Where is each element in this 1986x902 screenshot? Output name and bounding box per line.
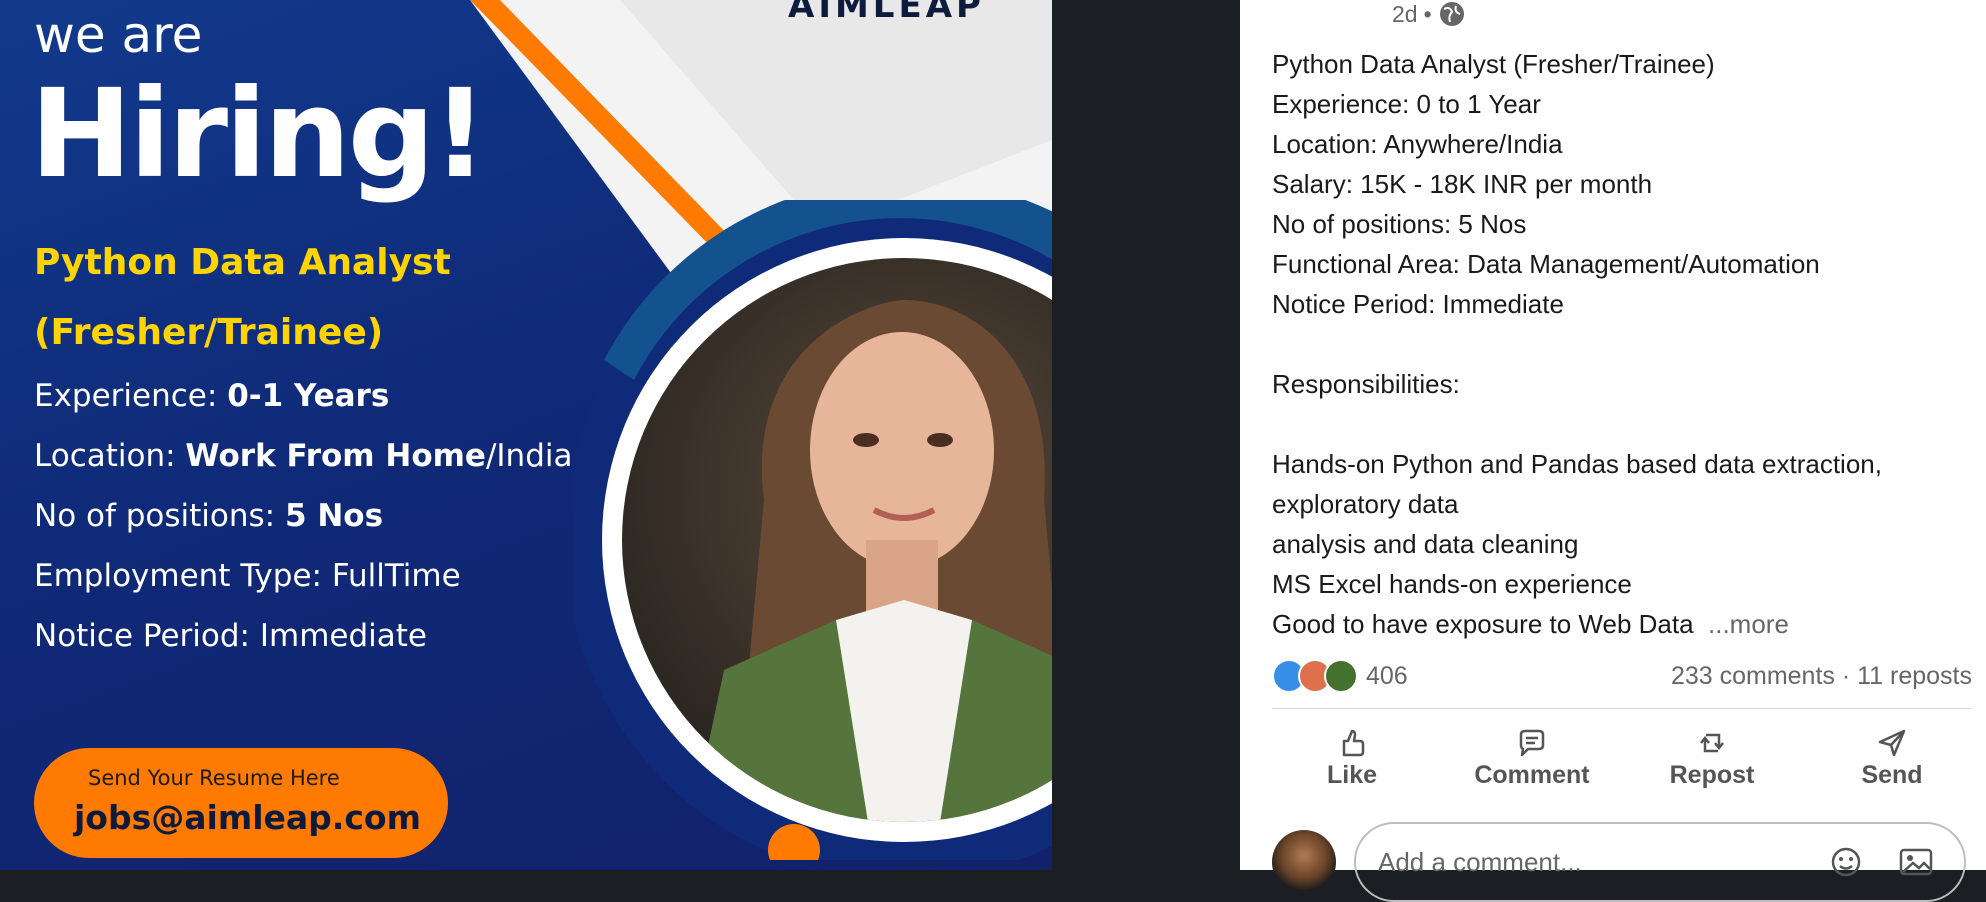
poster-detail-employment-type: Employment Type: FullTime	[34, 558, 461, 594]
comment-box[interactable]	[1354, 822, 1966, 902]
insightful-reaction-icon	[1324, 659, 1358, 693]
post-line: Python Data Analyst (Fresher/Trainee)	[1272, 49, 1715, 79]
post-body: Python Data Analyst (Fresher/Trainee) Ex…	[1272, 44, 1972, 644]
poster-cta-email: jobs@aimleap.com	[74, 798, 421, 837]
see-more-link[interactable]: ...more	[1708, 609, 1789, 639]
poster-details: Experience: 0-1 Years Location: Work Fro…	[34, 366, 572, 666]
globe-icon	[1439, 2, 1464, 26]
post-panel: 2d • Python Data Analyst (Fresher/Traine…	[1240, 0, 1986, 902]
comment-button[interactable]: Comment	[1452, 718, 1612, 798]
poster-detail-positions: No of positions: 5 Nos	[34, 498, 384, 534]
poster-detail-location: Location: Work From Home/India	[34, 438, 573, 474]
comments-reposts-count[interactable]: 233 comments · 11 reposts	[1671, 662, 1972, 691]
comment-label: Comment	[1474, 760, 1590, 789]
send-icon	[1878, 729, 1906, 756]
poster-role-line2: (Fresher/Trainee)	[34, 312, 384, 353]
post-line: Hands-on Python and Pandas based data ex…	[1272, 449, 1882, 479]
comment-input[interactable]	[1376, 846, 1800, 879]
post-line: Functional Area: Data Management/Automat…	[1272, 249, 1820, 279]
poster-detail-experience: Experience: 0-1 Years	[34, 378, 390, 414]
poster-portrait-photo	[574, 200, 1052, 860]
post-actions: Like Comment Repost Send	[1272, 718, 1972, 798]
post-line: analysis and data cleaning	[1272, 529, 1579, 559]
emoji-icon[interactable]	[1830, 846, 1862, 878]
post-line	[1272, 404, 1972, 444]
post-age: 2d	[1392, 0, 1418, 27]
post-line	[1272, 324, 1972, 364]
repost-label: Repost	[1669, 760, 1755, 789]
send-button[interactable]: Send	[1812, 718, 1972, 798]
post-meta: 2d •	[1392, 0, 1466, 28]
like-label: Like	[1326, 760, 1378, 789]
avatar[interactable]	[1272, 830, 1336, 894]
repost-icon	[1700, 733, 1724, 752]
hiring-poster-image[interactable]: AIMLEAP we are Hiring! Python Data Analy…	[0, 0, 1052, 870]
comment-icon	[1519, 729, 1545, 756]
stats-divider	[1272, 708, 1972, 709]
like-button[interactable]: Like	[1272, 718, 1432, 798]
poster-cta-pill: Send Your Resume Here jobs@aimleap.com	[34, 748, 448, 858]
comment-composer	[1272, 822, 1972, 902]
repost-button[interactable]: Repost	[1632, 718, 1792, 798]
company-logo: AIMLEAP	[788, 0, 985, 26]
post-line: Salary: 15K - 18K INR per month	[1272, 169, 1653, 199]
viewer-background	[1052, 0, 1240, 870]
post-last-line-text: Good to have exposure to Web Data	[1272, 609, 1694, 639]
send-label: Send	[1861, 760, 1923, 789]
post-line: Location: Anywhere/India	[1272, 129, 1563, 159]
post-line: exploratory data	[1272, 489, 1459, 519]
reactions-count: 406	[1366, 661, 1408, 690]
poster-detail-notice-period: Notice Period: Immediate	[34, 618, 427, 654]
post-line: Responsibilities:	[1272, 369, 1460, 399]
poster-role-line1: Python Data Analyst	[34, 242, 451, 283]
poster-role-title: Python Data Analyst (Fresher/Trainee)	[34, 228, 594, 368]
post-stats: 406 233 comments · 11 reposts	[1272, 656, 1972, 696]
post-line: No of positions: 5 Nos	[1272, 209, 1527, 239]
reactions-summary[interactable]: 406	[1272, 659, 1408, 693]
post-line: MS Excel hands-on experience	[1272, 569, 1632, 599]
post-last-line: Good to have exposure to Web Data ...mor…	[1272, 604, 1972, 644]
poster-hiring-headline: Hiring!	[30, 63, 488, 205]
post-line: Experience: 0 to 1 Year	[1272, 89, 1541, 119]
image-icon[interactable]	[1898, 846, 1934, 878]
post-line: Notice Period: Immediate	[1272, 289, 1564, 319]
poster-we-are: we are	[34, 6, 203, 64]
meta-separator: •	[1423, 0, 1432, 27]
poster-cta-label: Send Your Resume Here	[88, 766, 340, 790]
thumbs-up-icon	[1342, 729, 1365, 756]
